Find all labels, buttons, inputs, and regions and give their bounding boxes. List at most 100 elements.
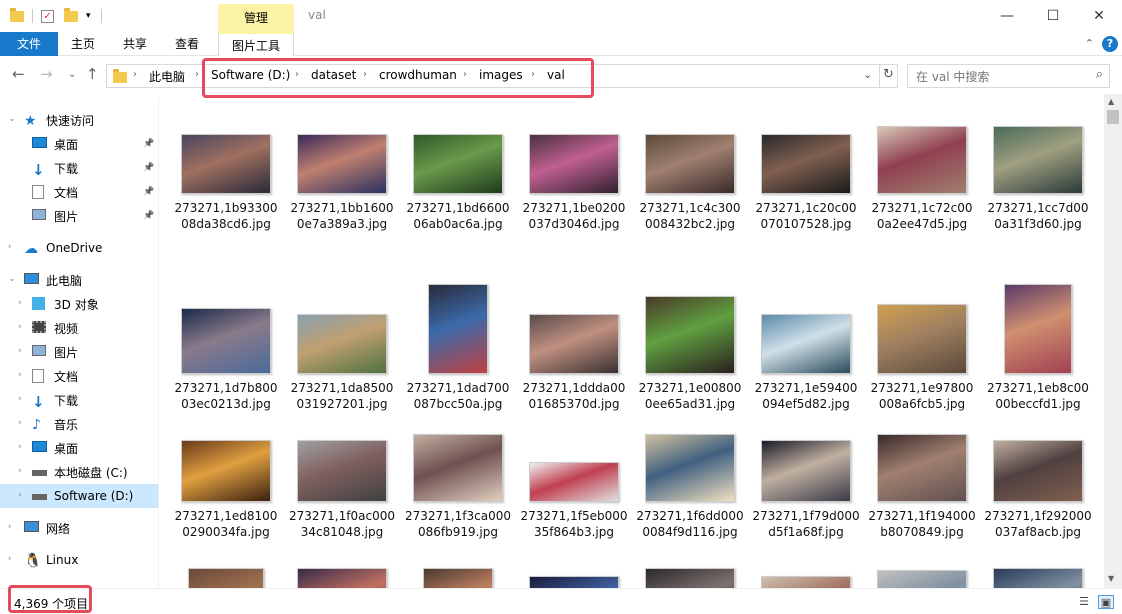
tab-share[interactable]: 共享	[114, 32, 156, 56]
sidebar-item-9[interactable]: › 图片	[0, 340, 158, 364]
sidebar-item-0[interactable]: ⌄ ★ 快速访问	[0, 108, 158, 132]
pin-icon[interactable]: 📌	[143, 163, 154, 173]
forward-arrow-icon[interactable]: →	[40, 65, 53, 83]
file-tile[interactable]: 273271,1c20c00070107528.jpg	[752, 126, 860, 232]
file-thumbnail[interactable]	[1004, 284, 1072, 374]
file-thumbnail[interactable]	[297, 568, 387, 588]
expand-right-icon[interactable]: ›	[18, 370, 22, 380]
file-tile[interactable]: 273271,1da8500031927201.jpg	[288, 280, 396, 412]
expand-right-icon[interactable]: ›	[8, 522, 12, 532]
file-tile[interactable]: 273271,1e008000ee65ad31.jpg	[636, 280, 744, 412]
scroll-down-icon[interactable]: ▼	[1108, 574, 1114, 583]
file-tile[interactable]	[520, 568, 628, 588]
file-tile[interactable]: 273271,1bd660006ab0ac6a.jpg	[404, 126, 512, 232]
file-thumbnail[interactable]	[993, 568, 1083, 588]
vertical-scrollbar[interactable]: ▲ ▼	[1104, 94, 1122, 588]
file-thumbnail[interactable]	[761, 314, 851, 374]
file-tile[interactable]: 273271,1f3ca000086fb919.jpg	[404, 434, 512, 540]
sidebar-item-10[interactable]: › 文档	[0, 364, 158, 388]
tab-picture-tools[interactable]: 图片工具	[218, 32, 294, 56]
file-tile[interactable]: 273271,1c4c300008432bc2.jpg	[636, 126, 744, 232]
file-thumbnail[interactable]	[181, 308, 271, 374]
expand-right-icon[interactable]: ›	[18, 442, 22, 452]
file-thumbnail[interactable]	[645, 134, 735, 194]
expand-down-icon[interactable]: ⌄	[8, 114, 16, 124]
sidebar-item-5[interactable]: › ☁ OneDrive	[0, 236, 158, 260]
file-thumbnail[interactable]	[529, 314, 619, 374]
file-thumbnail[interactable]	[645, 568, 735, 588]
expand-right-icon[interactable]: ›	[18, 466, 22, 476]
file-tile[interactable]: 273271,1c72c000a2ee47d5.jpg	[868, 126, 976, 232]
file-tile[interactable]: 273271,1cc7d000a31f3d60.jpg	[984, 126, 1092, 232]
file-thumbnail[interactable]	[297, 314, 387, 374]
file-thumbnail[interactable]	[297, 440, 387, 502]
expand-right-icon[interactable]: ›	[18, 346, 22, 356]
file-thumbnail[interactable]	[761, 134, 851, 194]
pane-divider[interactable]	[158, 98, 159, 588]
address-dropdown-icon[interactable]: ⌄	[863, 68, 872, 81]
file-tile[interactable]: 273271,1dad700087bcc50a.jpg	[404, 280, 512, 412]
file-thumbnail[interactable]	[761, 440, 851, 502]
pin-icon[interactable]: 📌	[143, 139, 154, 149]
sidebar-item-14[interactable]: › 本地磁盘 (C:)	[0, 460, 158, 484]
file-tile[interactable]: 273271,1f6dd0000084f9d116.jpg	[636, 434, 744, 540]
file-tile[interactable]: 273271,1bb16000e7a389a3.jpg	[288, 126, 396, 232]
sidebar-item-4[interactable]: 图片 📌	[0, 204, 158, 228]
file-tile[interactable]	[404, 568, 512, 588]
tab-file[interactable]: 文件	[0, 32, 58, 56]
minimize-button[interactable]: —	[984, 0, 1030, 32]
refresh-icon[interactable]: ↻	[883, 67, 894, 82]
breadcrumb-separator-icon[interactable]: ›	[195, 69, 199, 80]
file-tile[interactable]: 273271,1ed81000290034fa.jpg	[172, 434, 280, 540]
expand-right-icon[interactable]: ›	[18, 322, 22, 332]
tab-home[interactable]: 主页	[62, 32, 104, 56]
file-thumbnail[interactable]	[413, 134, 503, 194]
file-tile[interactable]: 273271,1f0ac00034c81048.jpg	[288, 434, 396, 540]
expand-right-icon[interactable]: ›	[18, 298, 22, 308]
file-thumbnail[interactable]	[761, 576, 851, 588]
file-tile[interactable]: 273271,1f292000037af8acb.jpg	[984, 434, 1092, 540]
breadcrumb-this-pc[interactable]: 此电脑	[149, 68, 185, 85]
sidebar-item-3[interactable]: 文档 📌	[0, 180, 158, 204]
file-tile[interactable]: 273271,1ddda0001685370d.jpg	[520, 280, 628, 412]
file-thumbnail[interactable]	[529, 134, 619, 194]
tab-view[interactable]: 查看	[166, 32, 208, 56]
file-tile[interactable]: 273271,1be0200037d3046d.jpg	[520, 126, 628, 232]
file-tile[interactable]: 273271,1f5eb00035f864b3.jpg	[520, 434, 628, 540]
file-tile[interactable]: 273271,1f79d000d5f1a68f.jpg	[752, 434, 860, 540]
file-tile[interactable]: 273271,1e59400094ef5d82.jpg	[752, 280, 860, 412]
expand-right-icon[interactable]: ›	[18, 394, 22, 404]
breadcrumb-separator-icon[interactable]: ›	[133, 69, 137, 80]
file-thumbnail[interactable]	[877, 304, 967, 374]
expand-down-icon[interactable]: ⌄	[8, 274, 16, 284]
file-thumbnail[interactable]	[428, 284, 488, 374]
file-thumbnail[interactable]	[423, 568, 493, 588]
sidebar-item-2[interactable]: ↓ 下载 📌	[0, 156, 158, 180]
customize-toolbar-icon[interactable]: ▾	[86, 11, 91, 21]
file-tile[interactable]	[288, 568, 396, 588]
manage-context-tab[interactable]: 管理	[218, 4, 294, 32]
scrollbar-thumb[interactable]	[1107, 110, 1119, 124]
file-tile[interactable]: 273271,1e97800008a6fcb5.jpg	[868, 280, 976, 412]
sidebar-item-16[interactable]: › 网络	[0, 516, 158, 540]
file-thumbnail[interactable]	[529, 462, 619, 502]
file-thumbnail[interactable]	[529, 576, 619, 588]
maximize-button[interactable]: ☐	[1030, 0, 1076, 32]
sidebar-item-7[interactable]: › 3D 对象	[0, 292, 158, 316]
file-thumbnail[interactable]	[181, 440, 271, 502]
new-folder-icon[interactable]	[64, 7, 78, 22]
chevron-up-icon[interactable]: ⌃	[1085, 37, 1094, 50]
sidebar-item-8[interactable]: › 视频	[0, 316, 158, 340]
expand-right-icon[interactable]: ›	[8, 554, 12, 564]
expand-right-icon[interactable]: ›	[18, 418, 22, 428]
file-thumbnail[interactable]	[877, 126, 967, 194]
sidebar-item-1[interactable]: 桌面 📌	[0, 132, 158, 156]
sidebar-item-15[interactable]: › Software (D:)	[0, 484, 158, 508]
sidebar-item-17[interactable]: › 🐧 Linux	[0, 548, 158, 572]
scroll-up-icon[interactable]: ▲	[1108, 97, 1114, 106]
properties-icon[interactable]: ✓	[41, 9, 54, 23]
search-input[interactable]: 在 val 中搜索 ⌕	[907, 64, 1110, 88]
file-tile[interactable]	[984, 568, 1092, 588]
file-tile[interactable]	[636, 568, 744, 588]
file-tile[interactable]: 273271,1d7b80003ec0213d.jpg	[172, 280, 280, 412]
